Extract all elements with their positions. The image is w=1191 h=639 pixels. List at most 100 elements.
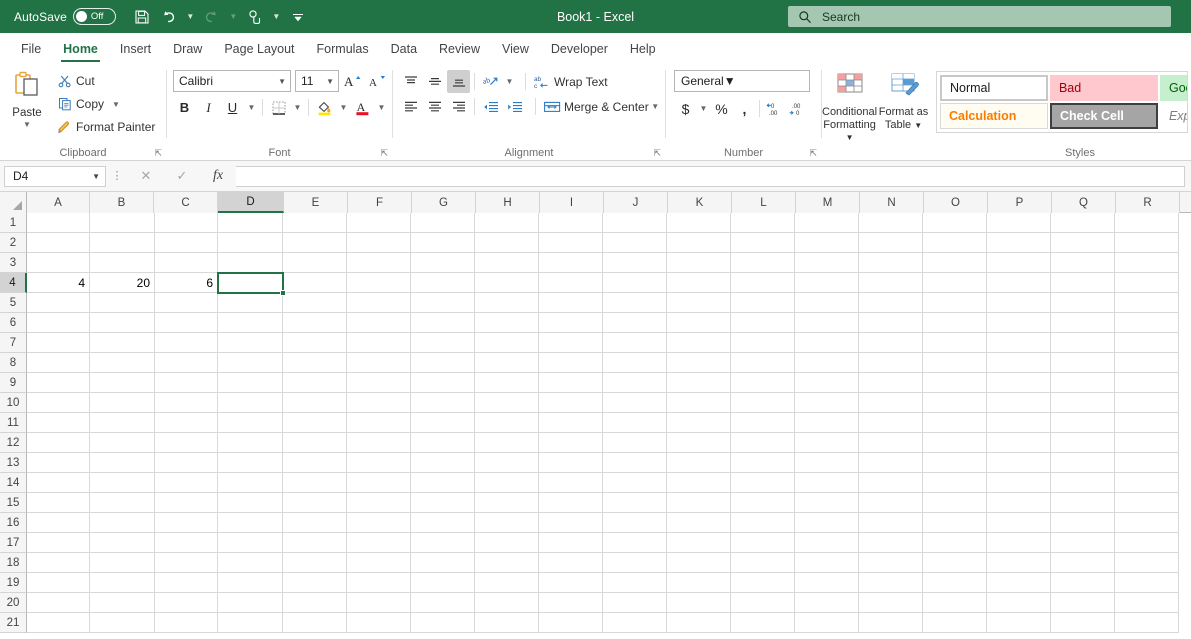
cell-N14[interactable] [859,473,923,493]
cell-G5[interactable] [411,293,475,313]
tab-developer[interactable]: Developer [540,33,619,64]
bold-button[interactable]: B [173,96,196,119]
cell-H18[interactable] [475,553,539,573]
cell-J17[interactable] [603,533,667,553]
cell-Q9[interactable] [1051,373,1115,393]
cell-H6[interactable] [475,313,539,333]
underline-dropdown-icon[interactable]: ▼ [245,96,258,119]
cell-R2[interactable] [1115,233,1179,253]
currency-dropdown-icon[interactable]: ▼ [697,97,710,120]
cell-I6[interactable] [539,313,603,333]
cell-A18[interactable] [27,553,90,573]
cell-D6[interactable] [218,313,283,333]
cell-E11[interactable] [283,413,347,433]
cell-K11[interactable] [667,413,731,433]
cell-L2[interactable] [731,233,795,253]
font-color-dropdown-icon[interactable]: ▼ [375,96,388,119]
cell-L3[interactable] [731,253,795,273]
cell-Q5[interactable] [1051,293,1115,313]
cell-M2[interactable] [795,233,859,253]
cell-B21[interactable] [90,613,155,633]
cell-N15[interactable] [859,493,923,513]
cell-C14[interactable] [155,473,218,493]
row-header-14[interactable]: 14 [0,473,27,493]
cell-Q19[interactable] [1051,573,1115,593]
cell-I10[interactable] [539,393,603,413]
cell-D18[interactable] [218,553,283,573]
cell-H19[interactable] [475,573,539,593]
cell-D16[interactable] [218,513,283,533]
cell-L11[interactable] [731,413,795,433]
cell-A8[interactable] [27,353,90,373]
row-header-11[interactable]: 11 [0,413,27,433]
cell-O20[interactable] [923,593,987,613]
cell-K8[interactable] [667,353,731,373]
cell-B2[interactable] [90,233,155,253]
cell-P21[interactable] [987,613,1051,633]
cell-I14[interactable] [539,473,603,493]
cell-H3[interactable] [475,253,539,273]
cell-K14[interactable] [667,473,731,493]
row-header-12[interactable]: 12 [0,433,27,453]
cell-K3[interactable] [667,253,731,273]
row-header-1[interactable]: 1 [0,213,27,233]
cell-G13[interactable] [411,453,475,473]
cell-L10[interactable] [731,393,795,413]
row-header-13[interactable]: 13 [0,453,27,473]
cell-J20[interactable] [603,593,667,613]
cell-A20[interactable] [27,593,90,613]
cell-N17[interactable] [859,533,923,553]
align-right-button[interactable] [447,95,470,118]
cell-O4[interactable] [923,273,987,293]
cell-M5[interactable] [795,293,859,313]
number-dialog-launcher-icon[interactable]: ⇱ [806,148,817,159]
cell-A11[interactable] [27,413,90,433]
cell-A19[interactable] [27,573,90,593]
cell-N11[interactable] [859,413,923,433]
cell-L15[interactable] [731,493,795,513]
cell-F20[interactable] [347,593,411,613]
cell-G11[interactable] [411,413,475,433]
cell-G1[interactable] [411,213,475,233]
cell-G15[interactable] [411,493,475,513]
cell-J13[interactable] [603,453,667,473]
cell-J4[interactable] [603,273,667,293]
cell-E17[interactable] [283,533,347,553]
cell-D11[interactable] [218,413,283,433]
cell-E1[interactable] [283,213,347,233]
copy-dropdown-icon[interactable]: ▼ [112,100,120,109]
cell-G10[interactable] [411,393,475,413]
cell-A2[interactable] [27,233,90,253]
cell-B6[interactable] [90,313,155,333]
underline-button[interactable]: U [221,96,244,119]
cell-F18[interactable] [347,553,411,573]
column-header-F[interactable]: F [348,192,412,213]
cell-C18[interactable] [155,553,218,573]
cell-O14[interactable] [923,473,987,493]
cancel-entry-button[interactable]: ✕ [128,166,164,187]
decrease-decimal-button[interactable]: .00 0 [786,97,809,120]
row-header-10[interactable]: 10 [0,393,27,413]
row-header-20[interactable]: 20 [0,593,27,613]
cell-A9[interactable] [27,373,90,393]
align-center-button[interactable] [423,95,446,118]
cell-P20[interactable] [987,593,1051,613]
cell-D2[interactable] [218,233,283,253]
cell-F9[interactable] [347,373,411,393]
row-header-16[interactable]: 16 [0,513,27,533]
cell-P11[interactable] [987,413,1051,433]
cell-Q1[interactable] [1051,213,1115,233]
cell-Q6[interactable] [1051,313,1115,333]
cell-R14[interactable] [1115,473,1179,493]
cell-N3[interactable] [859,253,923,273]
cell-N9[interactable] [859,373,923,393]
cell-P18[interactable] [987,553,1051,573]
tab-formulas[interactable]: Formulas [306,33,380,64]
redo-icon[interactable] [200,5,224,29]
cell-F10[interactable] [347,393,411,413]
cell-G18[interactable] [411,553,475,573]
cell-J9[interactable] [603,373,667,393]
cell-C19[interactable] [155,573,218,593]
column-header-E[interactable]: E [284,192,348,213]
cell-L9[interactable] [731,373,795,393]
